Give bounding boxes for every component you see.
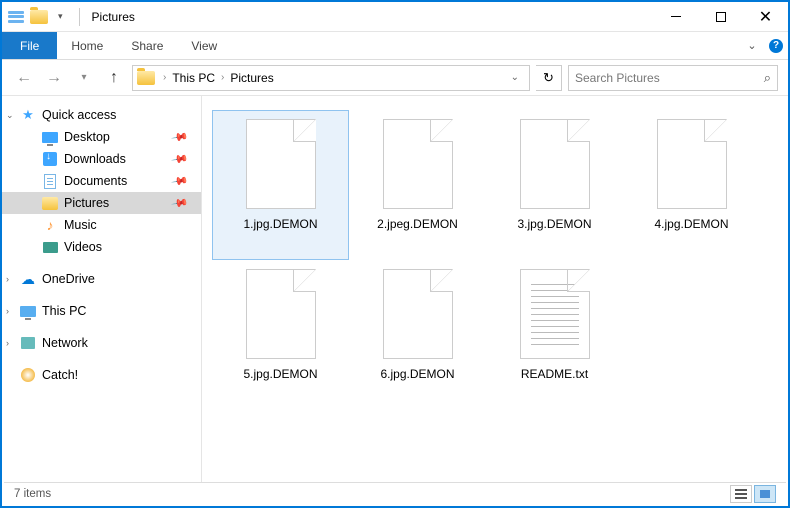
sidebar-item-documents[interactable]: Documents 📌 (2, 170, 201, 192)
sidebar-item-label: Music (64, 218, 97, 232)
sidebar-item-label: Desktop (64, 130, 110, 144)
file-name: 3.jpg.DEMON (517, 217, 591, 231)
cloud-icon: ☁ (20, 271, 36, 287)
address-bar[interactable]: › This PC › Pictures ⌄ (132, 65, 530, 91)
blank-file-icon (246, 269, 316, 359)
tab-share[interactable]: Share (117, 32, 177, 59)
expand-ribbon-icon[interactable]: ⌄ (740, 32, 764, 59)
sidebar-catch[interactable]: Catch! (2, 364, 201, 386)
item-count: 7 items (14, 488, 51, 500)
explorer-icon (8, 11, 24, 23)
blank-file-icon (383, 119, 453, 209)
forward-button[interactable]: → (42, 66, 66, 90)
chevron-down-icon: ⌄ (6, 110, 14, 121)
pc-icon (20, 306, 36, 317)
network-icon (21, 337, 35, 349)
music-icon: ♪ (42, 217, 58, 233)
sidebar-item-pictures[interactable]: Pictures 📌 (2, 192, 201, 214)
file-item[interactable]: 2.jpeg.DEMON (349, 110, 486, 260)
refresh-button[interactable]: ↻ (536, 65, 562, 91)
status-bar: 7 items (4, 482, 786, 504)
text-file-icon (520, 269, 590, 359)
sidebar-label: Quick access (42, 108, 116, 122)
file-item[interactable]: 5.jpg.DEMON (212, 260, 349, 410)
sidebar-label: OneDrive (42, 272, 95, 286)
icons-view-button[interactable] (754, 485, 776, 503)
qat-dropdown-icon[interactable]: ▾ (54, 11, 67, 22)
blank-file-icon (246, 119, 316, 209)
sidebar: ⌄ ★ Quick access Desktop 📌 Downloads 📌 D… (2, 96, 202, 484)
sidebar-item-label: Videos (64, 240, 102, 254)
sidebar-label: Catch! (42, 368, 78, 382)
window-title: Pictures (92, 10, 135, 24)
file-item[interactable]: 3.jpg.DEMON (486, 110, 623, 260)
sidebar-item-desktop[interactable]: Desktop 📌 (2, 126, 201, 148)
details-view-button[interactable] (730, 485, 752, 503)
file-item[interactable]: 4.jpg.DEMON (623, 110, 760, 260)
file-tab[interactable]: File (2, 32, 57, 59)
desktop-icon (42, 132, 58, 143)
chevron-right-icon: › (6, 338, 9, 348)
blank-file-icon (383, 269, 453, 359)
sidebar-network[interactable]: › Network (2, 332, 201, 354)
sidebar-label: Network (42, 336, 88, 350)
file-name: 6.jpg.DEMON (380, 367, 454, 381)
sidebar-label: This PC (42, 304, 86, 318)
pin-icon: 📌 (171, 128, 190, 147)
maximize-button[interactable] (698, 2, 743, 32)
up-button[interactable]: ↑ (102, 66, 126, 90)
file-name: 1.jpg.DEMON (243, 217, 317, 231)
search-input[interactable]: Search Pictures ⌕ (568, 65, 778, 91)
help-button[interactable]: ? (764, 32, 788, 59)
minimize-button[interactable] (653, 2, 698, 32)
close-button[interactable]: ✕ (743, 2, 788, 32)
pictures-icon (42, 197, 58, 210)
address-row: ← → ▾ ↑ › This PC › Pictures ⌄ ↻ Search … (2, 60, 788, 96)
chevron-right-icon: › (6, 306, 9, 316)
recent-dropdown-icon[interactable]: ▾ (72, 66, 96, 90)
file-name: 2.jpeg.DEMON (377, 217, 458, 231)
file-name: README.txt (521, 367, 588, 381)
sidebar-quick-access[interactable]: ⌄ ★ Quick access (2, 104, 201, 126)
sidebar-item-music[interactable]: ♪ Music (2, 214, 201, 236)
file-pane[interactable]: 1.jpg.DEMON 2.jpeg.DEMON 3.jpg.DEMON 4.jpg.… (202, 96, 788, 484)
sidebar-item-videos[interactable]: Videos (2, 236, 201, 258)
sidebar-item-label: Downloads (64, 152, 126, 166)
breadcrumb-sep-icon: › (217, 72, 228, 83)
pin-icon: 📌 (171, 194, 190, 213)
pin-icon: 📌 (171, 172, 190, 191)
back-button[interactable]: ← (12, 66, 36, 90)
search-placeholder: Search Pictures (575, 71, 764, 85)
blank-file-icon (657, 119, 727, 209)
file-item[interactable]: 6.jpg.DEMON (349, 260, 486, 410)
address-folder-icon (137, 71, 155, 85)
search-icon[interactable]: ⌕ (764, 70, 771, 86)
tab-view[interactable]: View (177, 32, 231, 59)
catch-icon (21, 368, 35, 382)
folder-icon (30, 10, 48, 24)
breadcrumb-root[interactable]: This PC (170, 71, 217, 85)
file-name: 5.jpg.DEMON (243, 367, 317, 381)
sidebar-item-downloads[interactable]: Downloads 📌 (2, 148, 201, 170)
ribbon: File Home Share View ⌄ ? (2, 32, 788, 60)
blank-file-icon (520, 119, 590, 209)
tab-home[interactable]: Home (57, 32, 117, 59)
pin-icon: 📌 (171, 150, 190, 169)
breadcrumb-sep-icon: › (159, 72, 170, 83)
breadcrumb-current[interactable]: Pictures (228, 71, 275, 85)
file-item[interactable]: README.txt (486, 260, 623, 410)
sidebar-this-pc[interactable]: › This PC (2, 300, 201, 322)
file-item[interactable]: 1.jpg.DEMON (212, 110, 349, 260)
file-name: 4.jpg.DEMON (654, 217, 728, 231)
sidebar-onedrive[interactable]: › ☁ OneDrive (2, 268, 201, 290)
videos-icon (43, 242, 58, 253)
address-dropdown-icon[interactable]: ⌄ (505, 72, 525, 83)
title-bar: ▾ Pictures ✕ (2, 2, 788, 32)
chevron-right-icon: › (6, 274, 9, 284)
downloads-icon (43, 152, 57, 166)
sidebar-item-label: Pictures (64, 196, 109, 210)
documents-icon (44, 174, 56, 189)
sidebar-item-label: Documents (64, 174, 127, 188)
star-icon: ★ (20, 107, 36, 123)
